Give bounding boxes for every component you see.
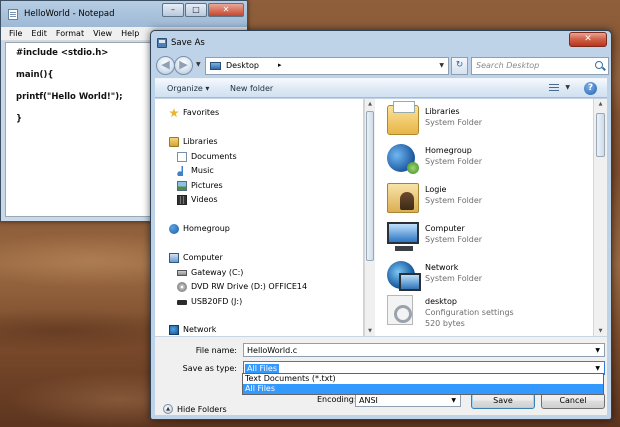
search-icon[interactable] (595, 61, 603, 69)
network-icon (387, 261, 421, 291)
config-file-icon (387, 295, 413, 325)
list-item[interactable]: Computer System Folder (387, 220, 587, 256)
libraries-icon (387, 101, 419, 135)
save-type-dropdown-list: Text Documents (*.txt) All Files (242, 373, 604, 395)
views-dropdown-icon[interactable]: ▼ (565, 84, 570, 91)
file-name-label: File name: (195, 346, 237, 355)
list-item[interactable]: desktop Configuration settings 520 bytes (387, 293, 587, 329)
back-arrow-icon[interactable]: ◀ (156, 56, 175, 75)
save-type-option-all[interactable]: All Files (243, 384, 603, 394)
encoding-label: Encoding: (317, 395, 357, 404)
homegroup-icon (387, 144, 419, 174)
help-icon[interactable]: ? (584, 82, 597, 95)
list-item[interactable]: Logie System Folder (387, 181, 587, 217)
encoding-value: ANSI (359, 396, 378, 405)
forward-arrow-icon[interactable]: ▶ (174, 56, 193, 75)
search-input[interactable]: Search Desktop (471, 57, 609, 75)
encoding-select[interactable]: ANSI ▼ (355, 393, 461, 407)
chevron-down-icon[interactable]: ▼ (451, 397, 456, 404)
navigation-pane: Favorites Libraries Documents Music Pict… (155, 99, 364, 336)
address-dropdown-icon[interactable]: ▼ (439, 62, 444, 69)
notepad-app-icon (8, 9, 18, 20)
music-icon (177, 166, 187, 176)
videos-icon (177, 195, 187, 205)
maximize-button[interactable]: □ (185, 3, 207, 17)
save-type-label: Save as type: (182, 364, 237, 373)
network-icon (169, 325, 179, 335)
user-folder-icon (387, 183, 419, 213)
file-list-scrollbar[interactable]: ▲ ▼ (593, 99, 607, 336)
navigation-scrollbar[interactable]: ▲ ▼ (364, 99, 375, 336)
documents-icon (177, 152, 187, 162)
dialog-close-button[interactable]: ✕ (569, 32, 607, 47)
file-name-field[interactable]: HelloWorld.c ▼ (243, 343, 605, 357)
computer-icon (169, 253, 179, 263)
views-icon[interactable] (549, 84, 559, 93)
notepad-titlebar[interactable]: HelloWorld - Notepad – □ ✕ (1, 1, 247, 27)
scroll-down-arrow-icon[interactable]: ▼ (594, 326, 607, 336)
libraries-icon (169, 137, 179, 147)
menu-help[interactable]: Help (121, 27, 139, 40)
dialog-app-icon (157, 38, 167, 48)
dialog-title: Save As (171, 38, 205, 48)
scroll-up-arrow-icon[interactable]: ▲ (365, 99, 375, 109)
dialog-titlebar[interactable]: Save As ✕ (151, 31, 611, 55)
list-item[interactable]: Homegroup System Folder (387, 142, 587, 178)
address-row: ◀ ▶ ▼ Desktop ▸ ▼ ↻ Search Desktop (155, 56, 609, 80)
menu-view[interactable]: View (93, 27, 112, 40)
list-item[interactable]: Network System Folder (387, 259, 587, 295)
scroll-thumb[interactable] (366, 111, 374, 261)
menu-edit[interactable]: Edit (31, 27, 47, 40)
desktop-location-icon (210, 62, 221, 70)
save-button[interactable]: Save (471, 393, 535, 409)
cancel-button[interactable]: Cancel (541, 393, 605, 409)
scroll-up-arrow-icon[interactable]: ▲ (594, 99, 607, 109)
file-name-value: HelloWorld.c (247, 346, 298, 355)
computer-icon (387, 222, 419, 251)
pictures-icon (177, 181, 187, 191)
command-toolbar: Organize ▾ New folder ▼ ? (155, 78, 607, 98)
address-bar[interactable]: Desktop ▸ ▼ (205, 57, 449, 75)
dvd-drive-icon (177, 282, 187, 292)
chevron-down-icon[interactable]: ▼ (595, 365, 600, 372)
homegroup-icon (169, 224, 179, 234)
scroll-thumb[interactable] (596, 113, 605, 157)
minimize-button[interactable]: – (162, 3, 184, 17)
menu-format[interactable]: Format (56, 27, 84, 40)
search-placeholder: Search Desktop (476, 61, 540, 70)
hard-drive-icon (177, 270, 187, 276)
notepad-title: HelloWorld - Notepad (24, 9, 115, 19)
usb-drive-icon (177, 300, 187, 305)
breadcrumb-separator-icon[interactable]: ▸ (278, 61, 282, 69)
recent-locations-dropdown-icon[interactable]: ▼ (196, 61, 201, 68)
star-icon (169, 108, 179, 118)
new-folder-button[interactable]: New folder (230, 84, 273, 93)
save-as-dialog: Save As ✕ ◀ ▶ ▼ Desktop ▸ ▼ ↻ Search Des… (150, 30, 612, 420)
save-type-option-txt[interactable]: Text Documents (*.txt) (243, 374, 603, 384)
save-type-value: All Files (245, 364, 280, 373)
organize-button[interactable]: Organize ▾ (167, 84, 209, 93)
chevron-down-icon[interactable]: ▼ (595, 347, 600, 354)
refresh-icon[interactable]: ↻ (451, 57, 468, 75)
chevron-up-icon: ▲ (163, 404, 173, 414)
list-item[interactable]: Libraries System Folder (387, 101, 587, 139)
address-location[interactable]: Desktop (226, 61, 259, 70)
notepad-close-button[interactable]: ✕ (208, 3, 244, 17)
menu-file[interactable]: File (9, 27, 22, 40)
scroll-down-arrow-icon[interactable]: ▼ (365, 326, 375, 336)
file-list: Libraries System Folder Homegroup System… (375, 99, 593, 336)
